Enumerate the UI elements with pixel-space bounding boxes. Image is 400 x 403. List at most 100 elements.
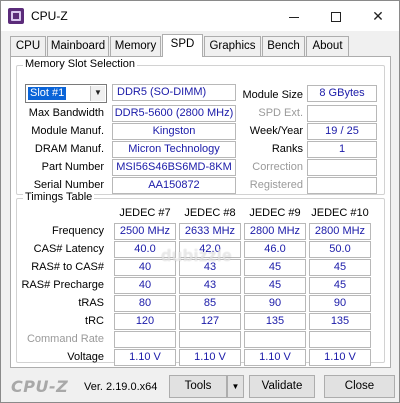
- timing-cell: 43: [179, 277, 241, 294]
- slot-select[interactable]: Slot #1 ▼: [25, 84, 107, 103]
- timing-cell: [244, 331, 306, 348]
- timing-cell: [179, 331, 241, 348]
- slot-select-value: Slot #1: [28, 87, 67, 100]
- tools-dropdown-button[interactable]: ▼: [227, 375, 244, 398]
- close-window-button[interactable]: ✕: [357, 1, 399, 31]
- tab-mainboard[interactable]: Mainboard: [47, 36, 109, 56]
- timing-cell: 45: [309, 259, 371, 276]
- timing-cell: 85: [179, 295, 241, 312]
- max-bandwidth-value: DDR5-5600 (2800 MHz): [112, 105, 236, 122]
- timing-row-label: CAS# Latency: [33, 243, 104, 255]
- column-header: JEDEC #7: [119, 207, 171, 219]
- part-number-value: MSI56S46BS6MD-8KM: [112, 159, 236, 176]
- timing-cell: 1.10 V: [244, 349, 306, 366]
- timing-row-label: RAS# to CAS#: [31, 261, 104, 273]
- timing-cell: 90: [244, 295, 306, 312]
- timing-cell: 135: [309, 313, 371, 330]
- timing-row-label: tRC: [85, 315, 104, 327]
- timing-row-label: Voltage: [67, 351, 104, 363]
- dram-manuf-value: Micron Technology: [112, 141, 236, 158]
- timings-table-group: Timings Table JEDEC #7 JEDEC #8 JEDEC #9…: [16, 191, 385, 366]
- cpu-z-app-icon: [8, 8, 24, 24]
- memory-slot-selection-group: Memory Slot Selection Slot #1 ▼ DDR5 (SO…: [16, 58, 385, 195]
- max-bandwidth-label: Max Bandwidth: [28, 107, 104, 119]
- timing-row-label: Frequency: [52, 225, 104, 237]
- timing-cell: 90: [309, 295, 371, 312]
- timing-cell: 45: [244, 277, 306, 294]
- timing-cell: 1.10 V: [179, 349, 241, 366]
- timing-cell: 1.10 V: [309, 349, 371, 366]
- maximize-icon: [331, 12, 341, 23]
- timing-cell: 40.0: [114, 241, 176, 258]
- timing-cell: 2633 MHz: [179, 223, 241, 240]
- week-year-value: 19 / 25: [307, 123, 377, 140]
- minimize-icon: [289, 16, 299, 18]
- correction-label: Correction: [252, 161, 303, 173]
- timing-cell: 2800 MHz: [244, 223, 306, 240]
- version-label: Ver. 2.19.0.x64: [84, 381, 158, 393]
- chevron-down-icon: ▼: [231, 382, 240, 391]
- week-year-label: Week/Year: [249, 125, 303, 137]
- timing-cell: 120: [114, 313, 176, 330]
- timings-table-title: Timings Table: [23, 191, 95, 203]
- cpu-z-window: CPU-Z ✕ CPU Mainboard Memory SPD Graphic…: [0, 0, 400, 403]
- module-size-value: 8 GBytes: [307, 85, 377, 102]
- timing-cell: 40: [114, 259, 176, 276]
- timing-cell: 45: [244, 259, 306, 276]
- timing-cell: 45: [309, 277, 371, 294]
- serial-number-label: Serial Number: [33, 179, 104, 191]
- chevron-down-icon: ▼: [90, 86, 105, 101]
- close-icon: ✕: [372, 8, 384, 24]
- serial-number-value: AA150872: [112, 177, 236, 194]
- ranks-label: Ranks: [271, 143, 303, 155]
- timing-cell: 2800 MHz: [309, 223, 371, 240]
- cpu-z-logo: CPU-Z: [11, 377, 69, 396]
- timing-cell: [114, 331, 176, 348]
- tab-about[interactable]: About: [306, 36, 349, 56]
- column-header: JEDEC #9: [249, 207, 301, 219]
- timing-cell: 42.0: [179, 241, 241, 258]
- column-header: JEDEC #10: [311, 207, 369, 219]
- footer: CPU-Z Ver. 2.19.0.x64 Tools ▼ Validate C…: [1, 371, 399, 402]
- maximize-button[interactable]: [315, 1, 357, 31]
- timing-cell: 1.10 V: [114, 349, 176, 366]
- tools-button[interactable]: Tools: [169, 375, 227, 398]
- memory-slot-selection-title: Memory Slot Selection: [23, 58, 138, 70]
- registered-value: [307, 177, 377, 194]
- module-size-label: Module Size: [242, 89, 303, 101]
- timing-cell: 43: [179, 259, 241, 276]
- tab-spd[interactable]: SPD: [162, 34, 203, 57]
- window-title: CPU-Z: [31, 9, 68, 23]
- part-number-label: Part Number: [41, 161, 104, 173]
- minimize-button[interactable]: [273, 1, 315, 31]
- tab-cpu[interactable]: CPU: [10, 36, 46, 56]
- spd-ext-value: [307, 105, 377, 122]
- timing-row-label: Command Rate: [26, 333, 104, 345]
- module-manuf-value: Kingston: [112, 123, 236, 140]
- timing-cell: 2500 MHz: [114, 223, 176, 240]
- spd-ext-label: SPD Ext.: [258, 107, 303, 119]
- timing-cell: 80: [114, 295, 176, 312]
- column-header: JEDEC #8: [184, 207, 236, 219]
- registered-label: Registered: [249, 179, 303, 191]
- timing-cell: 135: [244, 313, 306, 330]
- module-type-value: DDR5 (SO-DIMM): [112, 84, 236, 101]
- tab-graphics[interactable]: Graphics: [204, 36, 261, 56]
- timing-row-label: tRAS: [78, 297, 104, 309]
- ranks-value: 1: [307, 141, 377, 158]
- timing-row-label: RAS# Precharge: [21, 279, 104, 291]
- title-bar: CPU-Z ✕: [1, 1, 399, 31]
- tab-memory[interactable]: Memory: [110, 36, 161, 56]
- spd-tab-panel: Memory Slot Selection Slot #1 ▼ DDR5 (SO…: [10, 56, 391, 368]
- validate-button[interactable]: Validate: [249, 375, 315, 398]
- timing-cell: 127: [179, 313, 241, 330]
- dram-manuf-label: DRAM Manuf.: [34, 143, 104, 155]
- tab-bench[interactable]: Bench: [262, 36, 305, 56]
- timing-cell: 40: [114, 277, 176, 294]
- close-button[interactable]: Close: [324, 375, 395, 398]
- timing-cell: 50.0: [309, 241, 371, 258]
- timing-cell: 46.0: [244, 241, 306, 258]
- correction-value: [307, 159, 377, 176]
- timing-cell: [309, 331, 371, 348]
- module-manuf-label: Module Manuf.: [31, 125, 104, 137]
